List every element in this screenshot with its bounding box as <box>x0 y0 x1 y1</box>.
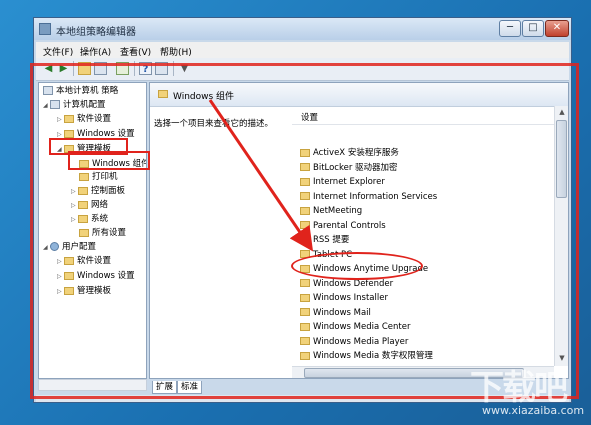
arrow-line <box>208 99 314 252</box>
watermark-logo: 下载吧 www.xiazaiba.com <box>470 360 585 422</box>
watermark-url: www.xiazaiba.com <box>482 404 585 417</box>
watermark-text: 下载吧 <box>470 368 568 408</box>
